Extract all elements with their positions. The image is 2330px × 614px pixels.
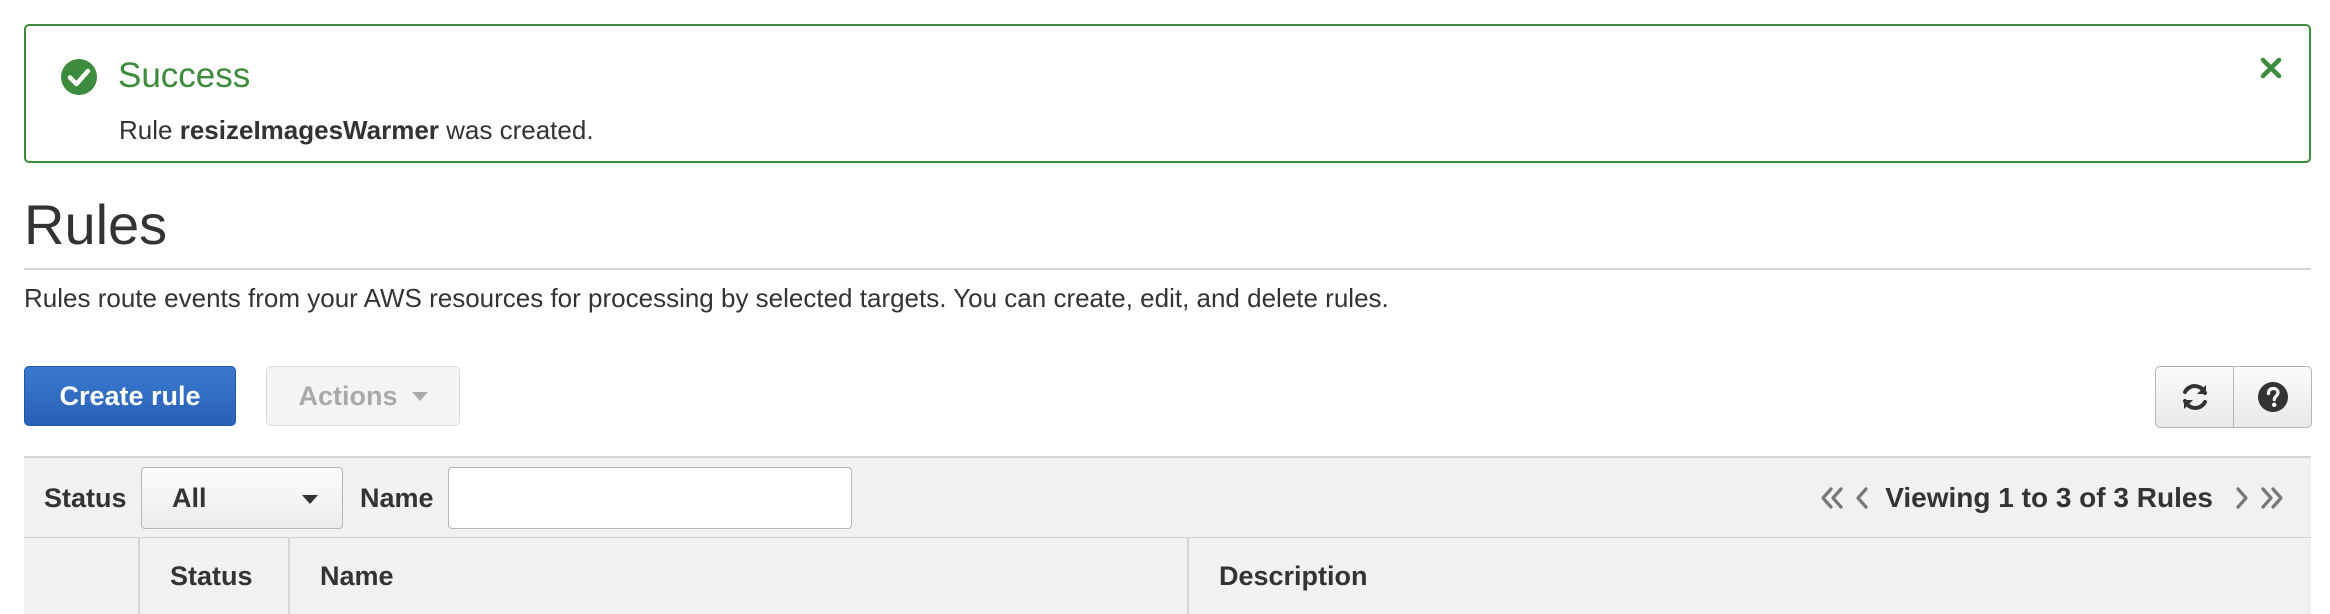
actions-button-label: Actions bbox=[298, 380, 398, 411]
caret-down-icon bbox=[411, 391, 428, 401]
help-button[interactable] bbox=[2233, 367, 2311, 427]
rules-page: Success Rule resizeImagesWarmer was crea… bbox=[0, 0, 2330, 614]
refresh-icon bbox=[2182, 384, 2207, 410]
toolbar-icon-group bbox=[2155, 366, 2312, 428]
status-filter-label: Status bbox=[44, 483, 127, 513]
filter-bar: Status All Name Viewing 1 to 3 of 3 Rule… bbox=[24, 456, 2311, 538]
column-header-description[interactable]: Description bbox=[1187, 538, 2311, 614]
column-header-status[interactable]: Status bbox=[138, 538, 288, 614]
column-header-name[interactable]: Name bbox=[288, 538, 1187, 614]
title-divider bbox=[24, 268, 2311, 270]
previous-page-icon[interactable] bbox=[1847, 476, 1877, 520]
help-icon bbox=[2257, 382, 2288, 412]
alert-message-suffix: was created. bbox=[446, 115, 594, 145]
page-title: Rules bbox=[24, 193, 168, 256]
select-column-header bbox=[24, 538, 138, 614]
page-description: Rules route events from your AWS resourc… bbox=[24, 283, 1389, 313]
alert-rule-name: resizeImagesWarmer bbox=[179, 115, 439, 145]
caret-down-icon bbox=[302, 495, 318, 504]
alert-message-prefix: Rule bbox=[119, 115, 173, 145]
create-rule-button[interactable]: Create rule bbox=[24, 366, 236, 426]
check-circle-icon bbox=[61, 59, 97, 95]
alert-title: Success bbox=[118, 56, 251, 95]
name-filter-label: Name bbox=[360, 483, 434, 513]
pagination-text: Viewing 1 to 3 of 3 Rules bbox=[1885, 482, 2213, 513]
next-page-icon[interactable] bbox=[2227, 476, 2257, 520]
close-icon[interactable] bbox=[2259, 56, 2283, 80]
success-alert: Success Rule resizeImagesWarmer was crea… bbox=[24, 24, 2311, 163]
pagination: Viewing 1 to 3 of 3 Rules bbox=[1817, 476, 2287, 520]
rules-table-header: Status Name Description bbox=[24, 538, 2311, 614]
name-filter-input[interactable] bbox=[448, 467, 852, 529]
status-filter-select[interactable]: All bbox=[141, 467, 343, 529]
first-page-icon[interactable] bbox=[1817, 476, 1847, 520]
refresh-button[interactable] bbox=[2156, 367, 2233, 427]
last-page-icon[interactable] bbox=[2257, 476, 2287, 520]
alert-message: Rule resizeImagesWarmer was created. bbox=[119, 114, 594, 146]
status-filter-value: All bbox=[172, 483, 207, 513]
actions-button[interactable]: Actions bbox=[266, 366, 460, 426]
